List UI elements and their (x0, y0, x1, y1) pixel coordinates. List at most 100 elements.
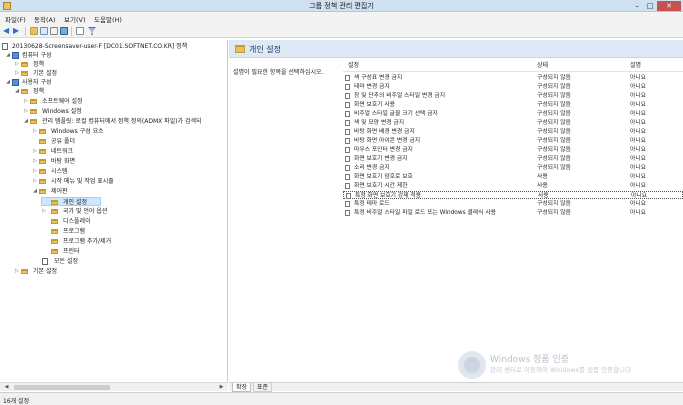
description-text: 설명이 필요한 항목을 선택하십시오. (233, 69, 324, 76)
filter-icon[interactable] (88, 27, 96, 35)
scroll-right-icon[interactable]: ▶ (217, 383, 226, 392)
table-row[interactable]: 소리 변경 금지 구성되지 않음 아니요 (343, 164, 683, 172)
policy-setting-icon (345, 165, 350, 171)
expand-icon[interactable]: ▷ (23, 107, 29, 116)
tree-pane: 20130628-Screensaver-user-F [DC01.SOFTNE… (0, 40, 228, 382)
collapse-icon[interactable]: ◢ (14, 87, 20, 96)
table-row-selected[interactable]: 특정 화면 보호기 강제 적용 사용 아니요 (343, 191, 683, 199)
expand-icon[interactable]: ▷ (32, 177, 38, 186)
policy-setting-icon (345, 102, 350, 108)
policy-setting-icon (345, 120, 350, 126)
column-header-setting[interactable]: 설정 (348, 61, 359, 71)
table-row[interactable]: 화면 보호기 변경 금지 구성되지 않음 아니요 (343, 155, 683, 163)
table-row[interactable]: 마우스 포인터 변경 금지 구성되지 않음 아니요 (343, 146, 683, 154)
close-button[interactable]: ✕ (657, 1, 681, 11)
folder-icon (30, 119, 37, 124)
show-hide-tree-icon[interactable] (40, 27, 48, 35)
folder-icon (51, 219, 58, 224)
user-icon (12, 79, 19, 86)
collapse-icon[interactable]: ◢ (5, 51, 11, 60)
table-row[interactable]: 비주얼 스타일 글꼴 크기 선택 금지 구성되지 않음 아니요 (343, 110, 683, 118)
policy-setting-icon (345, 201, 350, 207)
collapse-icon[interactable]: ◢ (23, 117, 29, 126)
expand-icon[interactable]: ▷ (41, 207, 47, 216)
expand-icon[interactable]: ▷ (32, 167, 38, 176)
collapse-icon[interactable]: ◢ (5, 78, 11, 87)
minimize-button[interactable]: – (631, 1, 643, 11)
policy-setting-icon (345, 183, 350, 189)
toolbar-separator (25, 27, 26, 36)
policy-setting-icon (346, 193, 351, 199)
scroll-thumb[interactable] (14, 385, 110, 390)
policy-setting-icon (345, 129, 350, 135)
folder-icon (30, 109, 37, 114)
table-row[interactable]: 특정 테마 로드 구성되지 않음 아니요 (343, 200, 683, 208)
table-row[interactable]: 바탕 화면 배경 변경 금지 구성되지 않음 아니요 (343, 128, 683, 136)
computer-icon (12, 52, 19, 59)
column-header-comment[interactable]: 설명 (630, 61, 641, 71)
help-icon[interactable] (60, 27, 68, 35)
policy-setting-icon (345, 75, 350, 81)
window-title: 그룹 정책 관리 편집기 (309, 2, 374, 10)
folder-icon (39, 159, 46, 164)
tree-horizontal-scrollbar[interactable]: ◀ ▶ (0, 382, 228, 391)
folder-icon (51, 229, 58, 234)
tab-standard[interactable]: 표준 (253, 383, 273, 392)
folder-icon (39, 179, 46, 184)
expand-icon[interactable]: ▷ (14, 69, 20, 78)
title-bar: 그룹 정책 관리 편집기 – □ ✕ (0, 0, 683, 12)
policy-doc-icon (2, 43, 8, 50)
folder-icon (51, 209, 58, 214)
watermark-subtitle: 관리 센터로 이동하여 Windows를 정품 인증합니다. (490, 366, 634, 374)
expand-icon[interactable]: ▷ (14, 60, 20, 69)
expand-icon[interactable]: ▷ (32, 157, 38, 166)
view-tabs: 확장 표준 (229, 382, 683, 392)
folder-up-icon[interactable] (30, 27, 38, 35)
tab-extended[interactable]: 확장 (232, 383, 252, 392)
policy-setting-icon (345, 156, 350, 162)
status-bar: 16개 설정 (0, 392, 683, 405)
maximize-button[interactable]: □ (644, 1, 656, 11)
forward-icon[interactable]: ▶ (13, 27, 21, 35)
folder-icon (39, 149, 46, 154)
table-row[interactable]: 바탕 화면 아이콘 변경 금지 구성되지 않음 아니요 (343, 137, 683, 145)
menu-file[interactable]: 파일(F) (5, 14, 26, 24)
expand-icon[interactable]: ▷ (32, 127, 38, 136)
table-row[interactable]: 화면 보호기 암호로 보호 사용 아니요 (343, 173, 683, 181)
table-row[interactable]: 특정 비주얼 스타일 파일 로드 또는 Windows 클래식 사용 구성되지 않… (343, 209, 683, 217)
table-row[interactable]: 화면 보호기 시간 제한 사용 아니요 (343, 182, 683, 190)
properties-icon[interactable] (76, 27, 84, 35)
expand-icon[interactable]: ▷ (23, 97, 29, 106)
details-header: 개인 설정 (229, 40, 683, 58)
expand-icon[interactable]: ▷ (32, 147, 38, 156)
tree-personalization[interactable]: 개인 설정 (41, 197, 101, 206)
toolbar: ◀ ▶ (0, 24, 683, 38)
table-row[interactable]: 화면 보호기 사용 구성되지 않음 아니요 (343, 101, 683, 109)
settings-list: 설정 상태 설명 색 구성표 변경 금지 구성되지 않음 아니요 테마 변경 금지 구… (343, 61, 683, 381)
activation-watermark: Windows 정품 인증 관리 센터로 이동하여 Windows를 정품 인증… (458, 345, 683, 385)
table-row[interactable]: 색 및 모양 변경 금지 구성되지 않음 아니요 (343, 119, 683, 127)
policy-setting-icon (345, 93, 350, 99)
table-row[interactable]: 색 구성표 변경 금지 구성되지 않음 아니요 (343, 74, 683, 82)
windows-logo-inner (464, 357, 480, 373)
column-header-state[interactable]: 상태 (537, 61, 548, 71)
table-row[interactable]: 창 및 단추의 비주얼 스타일 변경 금지 구성되지 않음 아니요 (343, 92, 683, 100)
expand-icon[interactable]: ▷ (14, 267, 20, 276)
folder-icon (39, 139, 46, 144)
table-row[interactable]: 테마 변경 금지 구성되지 않음 아니요 (343, 83, 683, 91)
collapse-icon[interactable]: ◢ (32, 187, 38, 196)
folder-icon (39, 169, 46, 174)
export-list-icon[interactable] (50, 27, 58, 35)
scroll-left-icon[interactable]: ◀ (2, 383, 11, 392)
folder-icon (51, 249, 58, 254)
policy-setting-icon (345, 174, 350, 180)
menu-view[interactable]: 보기(V) (64, 14, 85, 24)
menu-help[interactable]: 도움말(H) (94, 14, 122, 24)
menu-action[interactable]: 동작(A) (34, 14, 55, 24)
header-divider (343, 71, 683, 72)
all-settings-icon (42, 258, 48, 265)
back-icon[interactable]: ◀ (3, 27, 11, 35)
folder-icon (51, 239, 58, 244)
folder-icon (39, 129, 46, 134)
folder-icon (39, 189, 46, 194)
